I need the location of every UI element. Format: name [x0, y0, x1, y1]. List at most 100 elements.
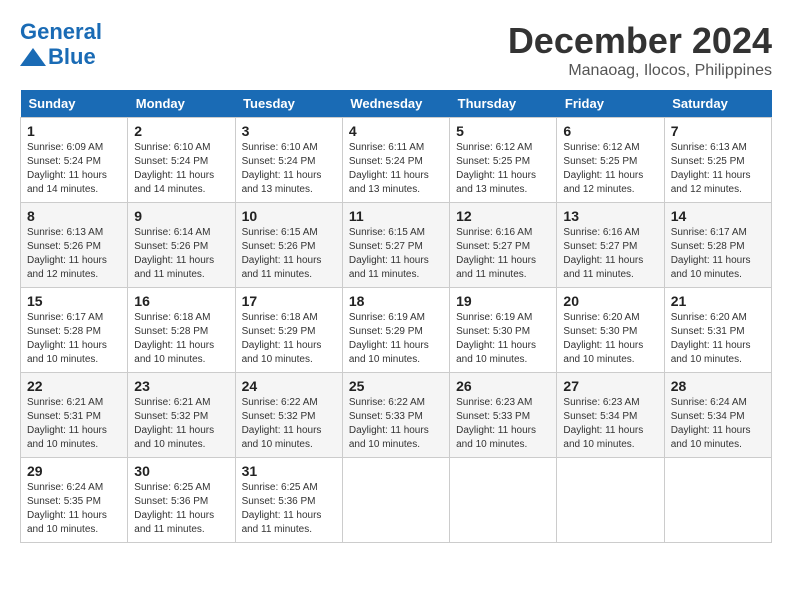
calendar-cell: 29Sunrise: 6:24 AM Sunset: 5:35 PM Dayli… — [21, 458, 128, 543]
calendar-cell — [557, 458, 664, 543]
day-number: 8 — [27, 208, 121, 224]
calendar-cell: 23 Sunrise: 6:21 AM Sunset: 5:32 PM Dayli… — [128, 373, 235, 458]
calendar-cell: 31 Sunrise: 6:25 AM Sunset: 5:36 PM Dayli… — [235, 458, 342, 543]
day-number: 28 — [671, 378, 765, 394]
day-info: Sunrise: 6:13 AM Sunset: 5:26 PM Dayligh… — [27, 226, 121, 282]
calendar-cell: 27 Sunrise: 6:23 AM Sunset: 5:34 PM Dayli… — [557, 373, 664, 458]
calendar-cell: 16 Sunrise: 6:18 AM Sunset: 5:28 PM Dayli… — [128, 288, 235, 373]
day-info: Sunrise: 6:25 AM Sunset: 5:36 PM Dayligh… — [134, 481, 228, 537]
logo-icon — [20, 48, 46, 66]
calendar-cell: 22Sunrise: 6:21 AM Sunset: 5:31 PM Dayli… — [21, 373, 128, 458]
day-info: Sunrise: 6:20 AM Sunset: 5:30 PM Dayligh… — [563, 311, 657, 367]
day-number: 3 — [242, 123, 336, 139]
day-number: 31 — [242, 463, 336, 479]
calendar-cell — [450, 458, 557, 543]
day-number: 5 — [456, 123, 550, 139]
calendar-cell: 6 Sunrise: 6:12 AM Sunset: 5:25 PM Daylig… — [557, 118, 664, 203]
day-info: Sunrise: 6:15 AM Sunset: 5:27 PM Dayligh… — [349, 226, 443, 282]
calendar-cell: 11 Sunrise: 6:15 AM Sunset: 5:27 PM Dayli… — [342, 203, 449, 288]
calendar-cell: 24Sunrise: 6:22 AM Sunset: 5:32 PM Dayli… — [235, 373, 342, 458]
logo-blue: Blue — [48, 44, 96, 70]
day-info: Sunrise: 6:21 AM Sunset: 5:32 PM Dayligh… — [134, 396, 228, 452]
calendar-cell: 13Sunrise: 6:16 AM Sunset: 5:27 PM Dayli… — [557, 203, 664, 288]
day-number: 1 — [27, 123, 121, 139]
month-title: December 2024 — [508, 20, 772, 62]
calendar-cell: 28 Sunrise: 6:24 AM Sunset: 5:34 PM Dayli… — [664, 373, 771, 458]
day-number: 25 — [349, 378, 443, 394]
day-info: Sunrise: 6:18 AM Sunset: 5:29 PM Dayligh… — [242, 311, 336, 367]
day-info: Sunrise: 6:23 AM Sunset: 5:33 PM Dayligh… — [456, 396, 550, 452]
day-number: 20 — [563, 293, 657, 309]
day-info: Sunrise: 6:24 AM Sunset: 5:34 PM Dayligh… — [671, 396, 765, 452]
calendar-cell: 7 Sunrise: 6:13 AM Sunset: 5:25 PM Daylig… — [664, 118, 771, 203]
day-number: 10 — [242, 208, 336, 224]
column-header-monday: Monday — [128, 90, 235, 118]
column-header-tuesday: Tuesday — [235, 90, 342, 118]
day-info: Sunrise: 6:23 AM Sunset: 5:34 PM Dayligh… — [563, 396, 657, 452]
calendar-cell — [664, 458, 771, 543]
day-number: 14 — [671, 208, 765, 224]
calendar-cell: 30 Sunrise: 6:25 AM Sunset: 5:36 PM Dayli… — [128, 458, 235, 543]
calendar-cell: 12 Sunrise: 6:16 AM Sunset: 5:27 PM Dayli… — [450, 203, 557, 288]
day-number: 29 — [27, 463, 121, 479]
day-info: Sunrise: 6:18 AM Sunset: 5:28 PM Dayligh… — [134, 311, 228, 367]
calendar-cell: 8 Sunrise: 6:13 AM Sunset: 5:26 PM Daylig… — [21, 203, 128, 288]
day-info: Sunrise: 6:15 AM Sunset: 5:26 PM Dayligh… — [242, 226, 336, 282]
title-block: December 2024 Manaoag, Ilocos, Philippin… — [508, 20, 772, 80]
day-number: 4 — [349, 123, 443, 139]
calendar-week-row: 15Sunrise: 6:17 AM Sunset: 5:28 PM Dayli… — [21, 288, 772, 373]
day-number: 26 — [456, 378, 550, 394]
calendar-cell: 5Sunrise: 6:12 AM Sunset: 5:25 PM Daylig… — [450, 118, 557, 203]
calendar-cell: 14 Sunrise: 6:17 AM Sunset: 5:28 PM Dayli… — [664, 203, 771, 288]
column-header-friday: Friday — [557, 90, 664, 118]
calendar-cell: 4Sunrise: 6:11 AM Sunset: 5:24 PM Daylig… — [342, 118, 449, 203]
location: Manaoag, Ilocos, Philippines — [508, 62, 772, 80]
calendar-cell: 9 Sunrise: 6:14 AM Sunset: 5:26 PM Daylig… — [128, 203, 235, 288]
day-number: 16 — [134, 293, 228, 309]
day-number: 7 — [671, 123, 765, 139]
calendar-cell: 10 Sunrise: 6:15 AM Sunset: 5:26 PM Dayli… — [235, 203, 342, 288]
page-header: General Blue December 2024 Manaoag, Iloc… — [20, 20, 772, 80]
day-info: Sunrise: 6:09 AM Sunset: 5:24 PM Dayligh… — [27, 141, 121, 197]
column-header-thursday: Thursday — [450, 90, 557, 118]
logo-text: General — [20, 20, 102, 44]
day-info: Sunrise: 6:19 AM Sunset: 5:29 PM Dayligh… — [349, 311, 443, 367]
day-info: Sunrise: 6:10 AM Sunset: 5:24 PM Dayligh… — [134, 141, 228, 197]
day-number: 2 — [134, 123, 228, 139]
calendar-week-row: 29Sunrise: 6:24 AM Sunset: 5:35 PM Dayli… — [21, 458, 772, 543]
calendar-cell: 25 Sunrise: 6:22 AM Sunset: 5:33 PM Dayli… — [342, 373, 449, 458]
day-info: Sunrise: 6:14 AM Sunset: 5:26 PM Dayligh… — [134, 226, 228, 282]
day-number: 9 — [134, 208, 228, 224]
calendar-cell: 2 Sunrise: 6:10 AM Sunset: 5:24 PM Daylig… — [128, 118, 235, 203]
calendar-cell: 1 Sunrise: 6:09 AM Sunset: 5:24 PM Daylig… — [21, 118, 128, 203]
calendar-week-row: 1 Sunrise: 6:09 AM Sunset: 5:24 PM Daylig… — [21, 118, 772, 203]
calendar-week-row: 22Sunrise: 6:21 AM Sunset: 5:31 PM Dayli… — [21, 373, 772, 458]
calendar-table: SundayMondayTuesdayWednesdayThursdayFrid… — [20, 90, 772, 543]
day-number: 22 — [27, 378, 121, 394]
day-number: 17 — [242, 293, 336, 309]
calendar-week-row: 8 Sunrise: 6:13 AM Sunset: 5:26 PM Daylig… — [21, 203, 772, 288]
day-info: Sunrise: 6:12 AM Sunset: 5:25 PM Dayligh… — [563, 141, 657, 197]
day-number: 27 — [563, 378, 657, 394]
day-number: 23 — [134, 378, 228, 394]
calendar-cell: 26 Sunrise: 6:23 AM Sunset: 5:33 PM Dayli… — [450, 373, 557, 458]
calendar-cell: 21Sunrise: 6:20 AM Sunset: 5:31 PM Dayli… — [664, 288, 771, 373]
day-number: 30 — [134, 463, 228, 479]
day-number: 18 — [349, 293, 443, 309]
day-info: Sunrise: 6:10 AM Sunset: 5:24 PM Dayligh… — [242, 141, 336, 197]
day-info: Sunrise: 6:25 AM Sunset: 5:36 PM Dayligh… — [242, 481, 336, 537]
day-info: Sunrise: 6:22 AM Sunset: 5:33 PM Dayligh… — [349, 396, 443, 452]
day-info: Sunrise: 6:19 AM Sunset: 5:30 PM Dayligh… — [456, 311, 550, 367]
day-number: 11 — [349, 208, 443, 224]
day-number: 12 — [456, 208, 550, 224]
calendar-cell: 17 Sunrise: 6:18 AM Sunset: 5:29 PM Dayli… — [235, 288, 342, 373]
calendar-cell: 15Sunrise: 6:17 AM Sunset: 5:28 PM Dayli… — [21, 288, 128, 373]
day-number: 19 — [456, 293, 550, 309]
day-info: Sunrise: 6:22 AM Sunset: 5:32 PM Dayligh… — [242, 396, 336, 452]
logo: General Blue — [20, 20, 102, 70]
day-info: Sunrise: 6:16 AM Sunset: 5:27 PM Dayligh… — [456, 226, 550, 282]
day-number: 6 — [563, 123, 657, 139]
column-header-wednesday: Wednesday — [342, 90, 449, 118]
day-info: Sunrise: 6:13 AM Sunset: 5:25 PM Dayligh… — [671, 141, 765, 197]
day-info: Sunrise: 6:17 AM Sunset: 5:28 PM Dayligh… — [671, 226, 765, 282]
